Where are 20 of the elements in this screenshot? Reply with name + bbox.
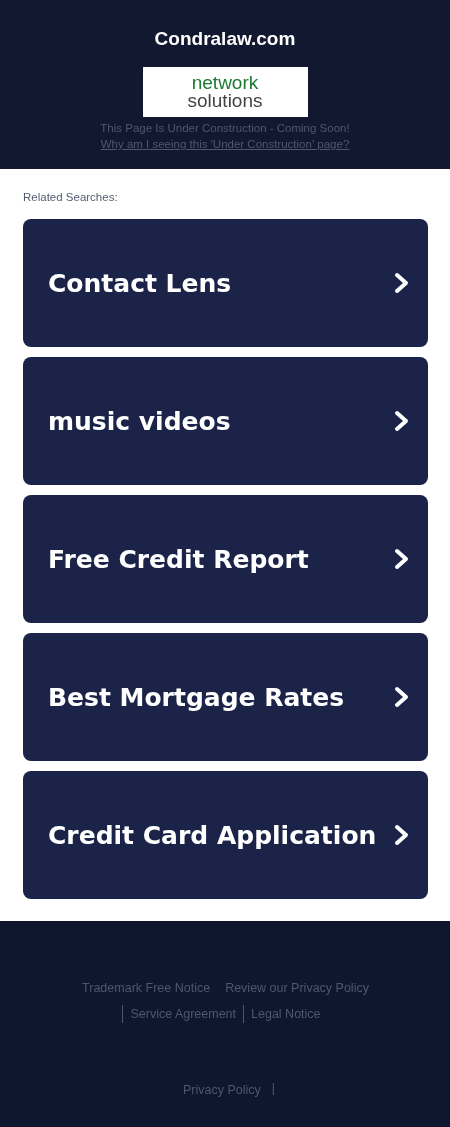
footer-link[interactable]: Legal Notice <box>243 1005 328 1023</box>
footer-link[interactable]: Privacy Policy <box>174 1081 268 1099</box>
chevron-right-icon <box>394 686 410 708</box>
chevron-right-icon <box>394 824 410 846</box>
footer-link[interactable]: Trademark Free Notice <box>74 979 218 997</box>
search-link-card[interactable]: Contact Lens <box>23 219 428 347</box>
info-link[interactable]: Why am I seeing this 'Under Construction' page? <box>100 138 350 150</box>
chevron-right-icon <box>394 410 410 432</box>
search-link-card[interactable]: Free Credit Report <box>23 495 428 623</box>
section-heading: Related Searches: <box>23 191 119 203</box>
chevron-right-icon <box>394 272 410 294</box>
search-link-card[interactable]: music videos <box>23 357 428 485</box>
separator: | <box>271 1081 275 1097</box>
logo: network solutions <box>142 67 308 117</box>
search-link-card[interactable]: Credit Card Application <box>23 771 428 899</box>
footer-link[interactable]: Service Agreement <box>122 1005 244 1023</box>
footer-link[interactable]: Review our Privacy Policy <box>217 979 376 997</box>
search-link-card[interactable]: Best Mortgage Rates <box>23 633 428 761</box>
chevron-right-icon <box>394 548 410 570</box>
site-title: Condralaw.com <box>154 28 296 50</box>
